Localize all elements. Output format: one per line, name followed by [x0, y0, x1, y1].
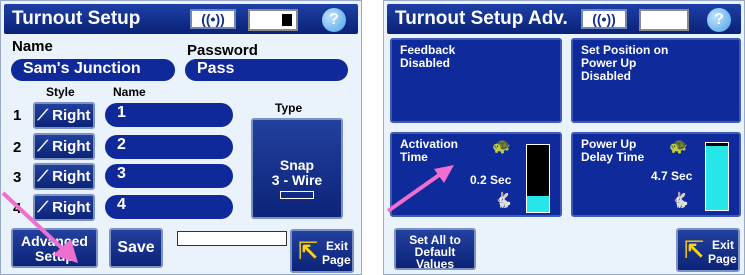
style-button-3[interactable]: ⟋ Right [33, 163, 95, 190]
style-button-1[interactable]: ⟋ Right [33, 102, 95, 129]
exit-page-button[interactable]: ⇱ Exit Page [290, 229, 354, 273]
help-icon[interactable]: ? [707, 8, 731, 32]
password-label: Password [187, 42, 258, 59]
type-label: Snap [279, 157, 315, 173]
row-number: 2 [13, 139, 22, 156]
row-number: 3 [13, 169, 22, 186]
name-label: Name [12, 38, 53, 55]
turtle-icon: 🐢 [669, 138, 688, 155]
password-field[interactable]: Pass [185, 59, 348, 81]
set-all-default-button[interactable]: Set All to Default Values [394, 228, 476, 270]
wire-icon [280, 191, 314, 199]
rabbit-icon: 🐇 [494, 192, 513, 209]
page-title: Turnout Setup [12, 8, 141, 29]
style-label: Right [52, 168, 91, 185]
exit-icon: ⇱ [684, 237, 705, 264]
turnout-icon: ⟋ [37, 168, 48, 185]
exit-icon: ⇱ [298, 238, 319, 265]
power-up-gauge-fill [706, 146, 728, 210]
exit-label-line1: Exit [712, 238, 735, 252]
title-bar: Turnout Setup ((•)) ? [4, 4, 358, 34]
turnout-name-field-1[interactable]: 1 [105, 103, 233, 127]
advanced-setup-label-line1: Advanced [21, 233, 88, 249]
name-field[interactable]: Sam's Junction [11, 59, 175, 81]
turnout-name-field-4[interactable]: 4 [105, 195, 233, 219]
name-header: Name [113, 85, 146, 99]
help-icon[interactable]: ? [322, 8, 346, 32]
style-button-2[interactable]: ⟋ Right [33, 133, 95, 160]
turtle-icon: 🐢 [492, 138, 511, 155]
activation-gauge[interactable] [526, 144, 550, 213]
feedback-tile[interactable]: Feedback Disabled [390, 38, 562, 123]
title-bar: Turnout Setup Adv. ((•)) ? [387, 4, 741, 34]
turnout-setup-screen: Turnout Setup ((•)) ? Name Sam's Junctio… [0, 0, 362, 275]
turnout-name-field-3[interactable]: 3 [105, 164, 233, 188]
set-position-value: Disabled [581, 69, 632, 83]
activation-gauge-fill [527, 195, 549, 212]
type-button[interactable]: Snap 3 - Wire [251, 118, 343, 219]
turnout-icon: ⟋ [37, 199, 48, 216]
battery-icon [639, 9, 689, 31]
style-label: Right [52, 199, 91, 216]
page-title: Turnout Setup Adv. [395, 8, 568, 29]
row-number: 4 [13, 200, 22, 217]
exit-page-button[interactable]: ⇱ Exit Page [676, 228, 740, 272]
style-label: Right [52, 138, 91, 155]
battery-icon [248, 9, 298, 31]
power-up-value: 4.7 Sec [651, 169, 693, 183]
style-label: Right [52, 107, 91, 124]
advanced-setup-label-line2: Setup [35, 248, 74, 264]
set-all-default-label-line3: Values [415, 257, 455, 271]
row-number: 1 [13, 107, 22, 124]
type-sublabel: 3 - Wire [271, 172, 323, 188]
turnout-setup-advanced-screen: Turnout Setup Adv. ((•)) ? Feedback Disa… [383, 0, 745, 275]
exit-label-line2: Page [322, 253, 351, 267]
turnout-icon: ⟋ [37, 138, 48, 155]
power-up-gauge[interactable] [705, 142, 729, 211]
power-up-delay-tile[interactable]: Power Up Delay Time 4.7 Sec 🐢 🐇 [571, 132, 741, 217]
style-button-4[interactable]: ⟋ Right [33, 194, 95, 221]
save-button[interactable]: Save [109, 228, 163, 268]
rabbit-icon: 🐇 [671, 192, 690, 209]
turnout-name-field-2[interactable]: 2 [105, 135, 233, 159]
style-header: Style [46, 85, 75, 99]
signal-icon: ((•)) [581, 9, 627, 29]
activation-time-tile[interactable]: Activation Time 0.2 Sec 🐢 🐇 [390, 132, 562, 217]
signal-icon: ((•)) [190, 9, 236, 29]
activation-value: 0.2 Sec [470, 173, 512, 187]
set-position-tile[interactable]: Set Position on Power Up Disabled [571, 38, 741, 123]
exit-label-line2: Page [708, 252, 737, 266]
turnout-icon: ⟋ [37, 107, 48, 124]
feedback-value: Disabled [400, 56, 451, 70]
exit-label-line1: Exit [326, 239, 349, 253]
save-progress-bar [177, 231, 287, 246]
advanced-setup-button[interactable]: Advanced Setup [11, 228, 98, 268]
type-header: Type [275, 101, 303, 115]
